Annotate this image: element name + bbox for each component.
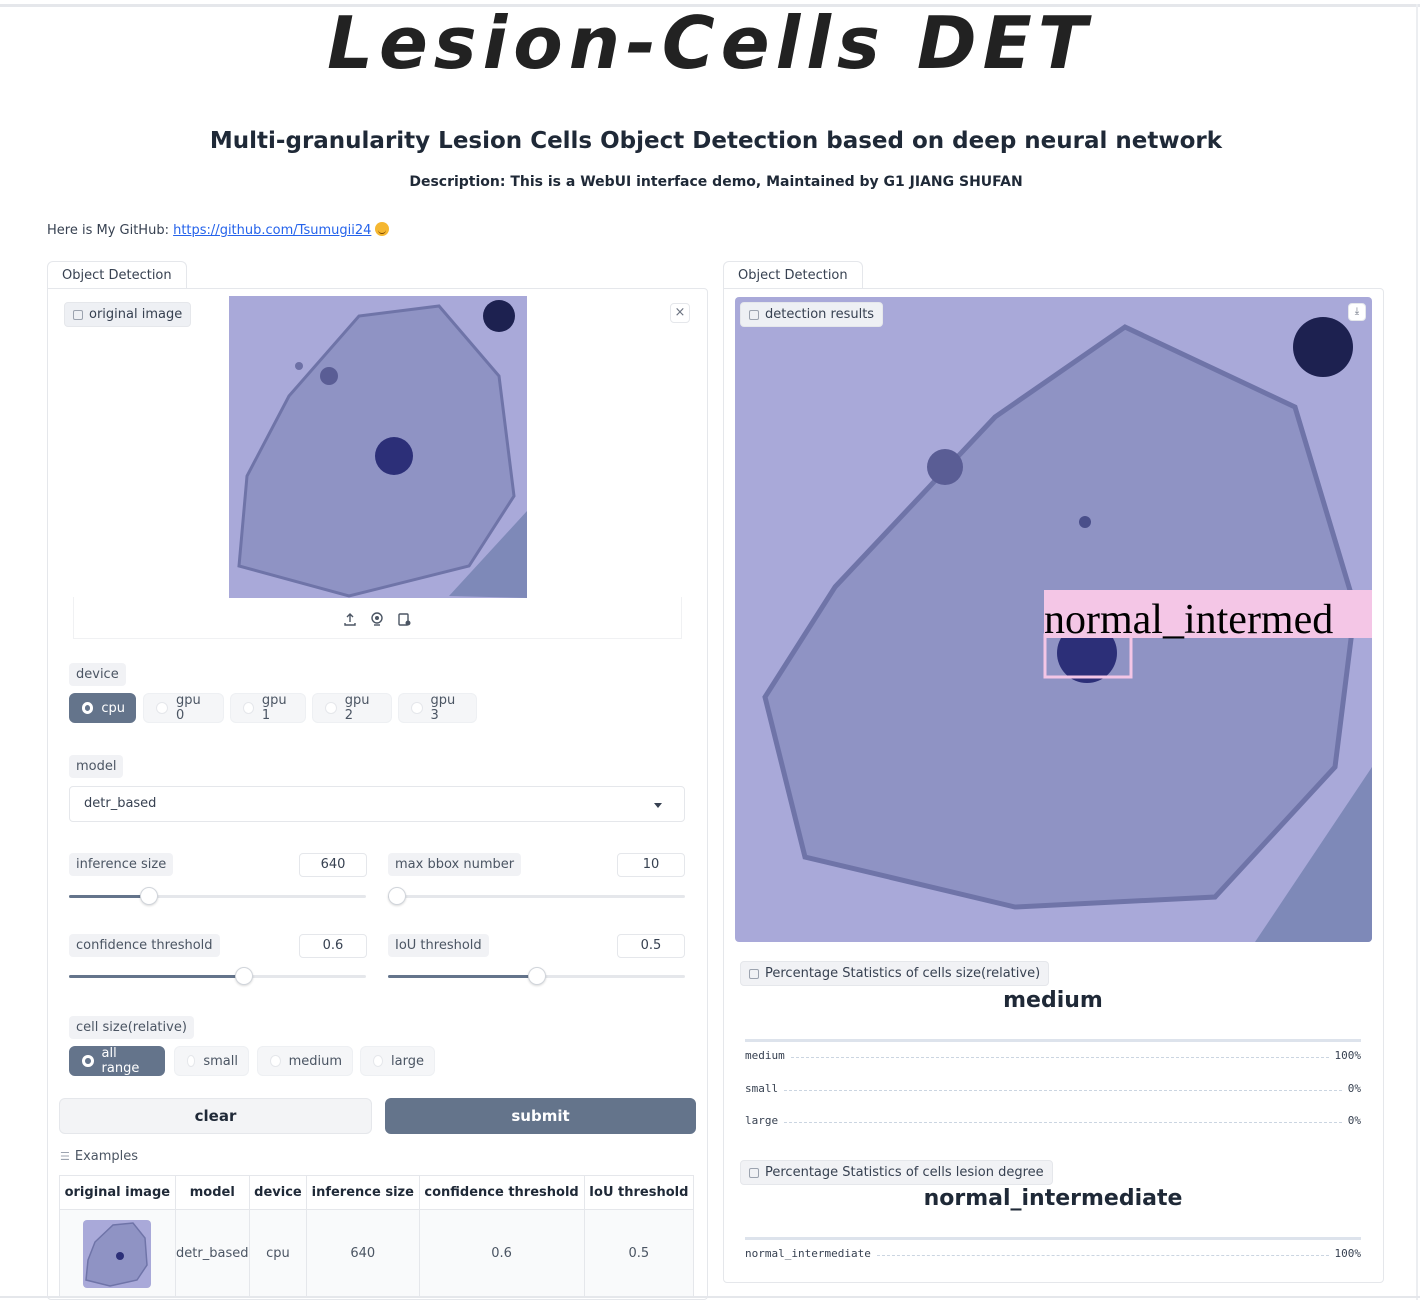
device-option-gpu1[interactable]: gpu 1 xyxy=(230,693,306,723)
list-item: medium 100% xyxy=(745,1049,1361,1062)
page-description: Description: This is a WebUI interface d… xyxy=(409,174,1023,190)
device-option-gpu0[interactable]: gpu 0 xyxy=(143,693,224,723)
slider-thumb[interactable] xyxy=(140,887,158,905)
close-icon[interactable]: × xyxy=(670,303,690,323)
lesion-stats-label: Percentage Statistics of cells lesion de… xyxy=(740,1160,1053,1185)
slider-fill xyxy=(388,975,537,978)
size-stats-label: Percentage Statistics of cells size(rela… xyxy=(740,961,1050,986)
submit-button[interactable]: submit xyxy=(385,1098,696,1134)
cell-size-option-large[interactable]: large xyxy=(360,1046,435,1076)
radio-dot-icon xyxy=(156,702,168,714)
cell-size-option-medium[interactable]: medium xyxy=(257,1046,353,1076)
radio-dot-icon xyxy=(243,702,254,714)
radio-dot-icon xyxy=(270,1055,281,1067)
example-device: cpu xyxy=(248,1209,308,1298)
detection-result-image: normal_intermed xyxy=(735,297,1372,942)
clipboard-icon[interactable] xyxy=(397,611,411,626)
size-stats-separator xyxy=(745,1039,1361,1042)
model-value: detr_based xyxy=(84,796,157,811)
confidence-label: confidence threshold xyxy=(69,934,220,957)
app-logo: Lesion-Cells DET xyxy=(327,1,1093,85)
example-thumbnail xyxy=(83,1219,152,1288)
slider-fill xyxy=(69,895,149,898)
iou-input[interactable]: 0.5 xyxy=(617,934,685,958)
device-option-gpu3[interactable]: gpu 3 xyxy=(398,693,477,723)
max-bbox-label: max bbox number xyxy=(388,853,522,876)
iou-label: IoU threshold xyxy=(388,934,489,957)
slider-thumb[interactable] xyxy=(235,967,253,985)
example-model: detr_based xyxy=(174,1209,250,1298)
example-confidence: 0.6 xyxy=(418,1209,585,1298)
cell-size-label: cell size(relative) xyxy=(69,1016,194,1039)
list-item: normal_intermediate 100% xyxy=(745,1247,1361,1260)
original-cell-svg xyxy=(229,296,527,598)
list-item: small 0% xyxy=(745,1082,1361,1095)
radio-dot-icon xyxy=(411,702,423,714)
slider-thumb[interactable] xyxy=(528,967,546,985)
examples-header-iou: IoU threshold xyxy=(583,1175,695,1210)
inference-size-input[interactable]: 640 xyxy=(299,853,367,877)
image-icon xyxy=(749,309,759,320)
cell-size-option-small[interactable]: small xyxy=(174,1046,249,1076)
slider-fill xyxy=(69,975,244,978)
github-link[interactable]: https://github.com/Tsumugii24 xyxy=(173,223,371,238)
examples-header-model: model xyxy=(174,1175,250,1210)
detection-cell-svg: normal_intermed xyxy=(735,297,1372,942)
radio-dot-icon xyxy=(373,1055,384,1067)
upload-icon[interactable] xyxy=(343,611,357,626)
github-line: Here is My GitHub: https://github.com/Ts… xyxy=(47,222,390,238)
inference-size-label: inference size xyxy=(69,853,174,876)
inference-size-slider[interactable] xyxy=(69,887,366,905)
model-label: model xyxy=(69,755,124,778)
original-image xyxy=(229,296,527,598)
radio-dot-icon xyxy=(187,1055,196,1067)
webcam-icon[interactable] xyxy=(370,611,384,626)
examples-header-confidence: confidence threshold xyxy=(418,1175,585,1210)
table-row[interactable]: detr_based cpu 640 0.6 0.5 xyxy=(59,1209,695,1298)
smile-emoji-icon xyxy=(375,222,390,236)
examples-table: original image model device inference si… xyxy=(59,1175,695,1298)
example-inference-size: 640 xyxy=(306,1209,420,1298)
list-item: large 0% xyxy=(745,1114,1361,1127)
chart-icon xyxy=(749,968,759,979)
radio-dot-icon xyxy=(82,1055,94,1067)
examples-header-inference-size: inference size xyxy=(306,1175,420,1210)
examples-header-image: original image xyxy=(59,1175,176,1210)
device-option-gpu2[interactable]: gpu 2 xyxy=(312,693,392,723)
cell-size-option-all-range[interactable]: all range xyxy=(69,1046,165,1076)
bottom-border xyxy=(0,1296,1420,1298)
example-thumbnail-cell[interactable] xyxy=(59,1209,176,1298)
radio-dot-icon xyxy=(82,702,94,714)
device-label: device xyxy=(69,663,126,686)
right-border xyxy=(1416,4,1418,1300)
tab-object-detection-right[interactable]: Object Detection xyxy=(723,261,863,289)
example-iou: 0.5 xyxy=(583,1209,695,1298)
original-image-label: original image xyxy=(64,302,192,327)
max-bbox-input[interactable]: 10 xyxy=(617,853,685,877)
size-stats-top-class: medium xyxy=(1003,988,1103,1013)
tab-object-detection-left[interactable]: Object Detection xyxy=(47,261,187,289)
model-dropdown[interactable]: detr_based xyxy=(69,786,685,822)
iou-slider[interactable] xyxy=(388,967,685,985)
radio-dot-icon xyxy=(325,702,337,714)
chevron-down-icon xyxy=(654,803,662,808)
device-option-cpu[interactable]: cpu xyxy=(69,693,136,723)
slider-thumb[interactable] xyxy=(388,887,406,905)
list-icon: ☰ xyxy=(60,1150,70,1163)
lesion-stats-top-class: normal_intermediate xyxy=(923,1186,1183,1211)
download-icon[interactable]: ⤓ xyxy=(1348,303,1366,321)
examples-heading: ☰ Examples xyxy=(60,1149,139,1164)
max-bbox-slider[interactable] xyxy=(388,887,685,905)
confidence-input[interactable]: 0.6 xyxy=(299,934,367,958)
image-icon xyxy=(73,309,83,320)
confidence-slider[interactable] xyxy=(69,967,366,985)
github-prefix: Here is My GitHub: xyxy=(47,223,174,238)
page-subtitle: Multi-granularity Lesion Cells Object De… xyxy=(209,128,1223,154)
detection-results-label: detection results xyxy=(740,302,884,327)
chart-icon xyxy=(749,1167,759,1178)
examples-header-device: device xyxy=(248,1175,308,1210)
lesion-stats-separator xyxy=(745,1237,1361,1240)
clear-button[interactable]: clear xyxy=(59,1098,372,1134)
